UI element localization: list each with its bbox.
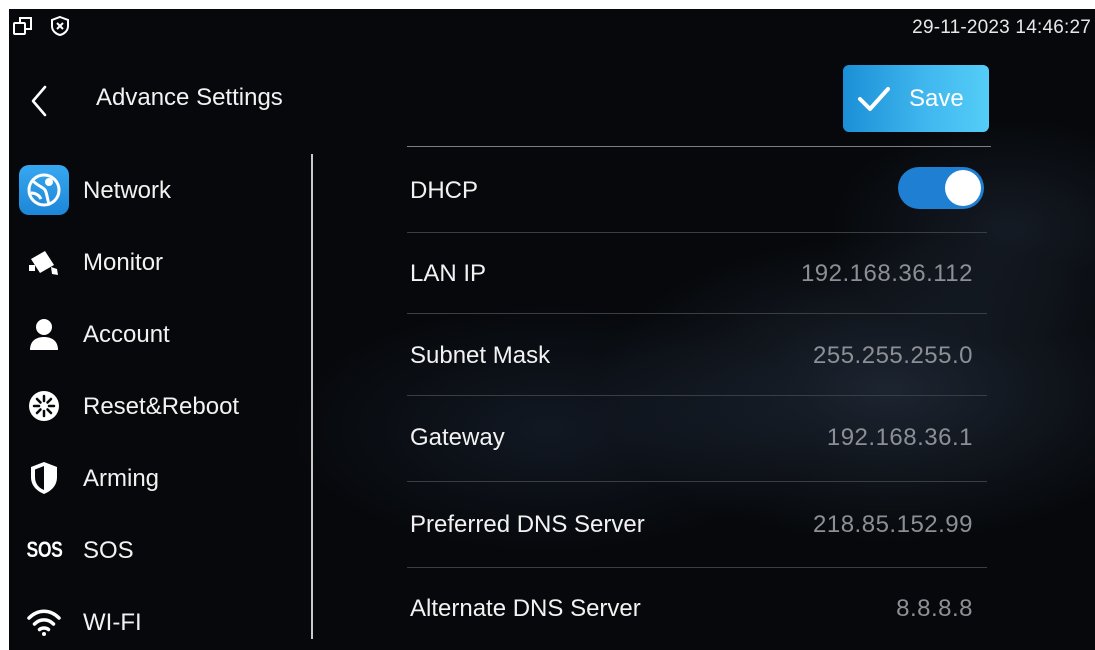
user-icon bbox=[18, 308, 70, 360]
subnet-mask-value: 255.255.255.0 bbox=[813, 342, 973, 369]
sidebar-item-label: Monitor bbox=[83, 249, 164, 276]
page-title: Advance Settings bbox=[96, 84, 283, 111]
preferred-dns-value: 218.85.152.99 bbox=[813, 511, 973, 538]
sidebar-item-sos[interactable]: SOS SOS bbox=[18, 524, 298, 576]
network-icon bbox=[18, 164, 70, 216]
shield-icon bbox=[18, 452, 70, 504]
dhcp-toggle[interactable] bbox=[898, 167, 984, 209]
settings-row-lan-ip[interactable]: LAN IP 192.168.36.112 bbox=[407, 233, 987, 314]
sidebar-item-label: Arming bbox=[83, 465, 160, 492]
dhcp-label: DHCP bbox=[410, 177, 479, 204]
device-screen: 29-11-2023 14:46:27 Advance Settings Sav… bbox=[9, 9, 1095, 650]
sidebar-item-label: Network bbox=[83, 177, 172, 204]
toggle-knob bbox=[945, 170, 981, 206]
wifi-icon bbox=[18, 596, 70, 648]
subnet-mask-label: Subnet Mask bbox=[410, 342, 551, 369]
shield-x-icon bbox=[49, 15, 71, 37]
lan-ip-label: LAN IP bbox=[410, 260, 487, 287]
sidebar-item-label: Account bbox=[83, 321, 170, 348]
lan-ip-value: 192.168.36.112 bbox=[800, 260, 973, 287]
settings-row-preferred-dns[interactable]: Preferred DNS Server 218.85.152.99 bbox=[407, 482, 987, 568]
alternate-dns-value: 8.8.8.8 bbox=[896, 595, 973, 622]
sidebar-item-label: SOS bbox=[83, 537, 134, 564]
save-button-label: Save bbox=[909, 85, 964, 112]
settings-row-subnet-mask[interactable]: Subnet Mask 255.255.255.0 bbox=[407, 313, 987, 396]
alternate-dns-label: Alternate DNS Server bbox=[410, 595, 641, 622]
check-icon bbox=[858, 87, 890, 111]
sidebar-item-label: WI-FI bbox=[83, 609, 142, 636]
sidebar-item-reset-reboot[interactable]: Reset&Reboot bbox=[18, 380, 298, 432]
settings-row-gateway[interactable]: Gateway 192.168.36.1 bbox=[407, 395, 987, 482]
gateway-label: Gateway bbox=[410, 424, 505, 451]
gateway-value: 192.168.36.1 bbox=[826, 424, 973, 451]
save-button[interactable]: Save bbox=[843, 65, 989, 132]
back-button[interactable] bbox=[23, 81, 55, 121]
sidebar-item-arming[interactable]: Arming bbox=[18, 452, 298, 504]
sidebar-divider bbox=[311, 154, 313, 639]
sidebar-item-network[interactable]: Network bbox=[18, 164, 298, 216]
sidebar-item-label: Reset&Reboot bbox=[83, 393, 240, 420]
window-icon bbox=[12, 15, 34, 37]
reset-icon bbox=[18, 380, 70, 432]
status-datetime: 29-11-2023 14:46:27 bbox=[912, 17, 1091, 38]
preferred-dns-label: Preferred DNS Server bbox=[410, 511, 645, 538]
sos-icon: SOS bbox=[26, 537, 62, 562]
settings-row-alternate-dns[interactable]: Alternate DNS Server 8.8.8.8 bbox=[407, 568, 987, 648]
sidebar-item-account[interactable]: Account bbox=[18, 308, 298, 360]
sidebar-item-monitor[interactable]: Monitor bbox=[18, 236, 298, 288]
sidebar-item-wifi[interactable]: WI-FI bbox=[18, 596, 298, 648]
camera-icon bbox=[18, 236, 70, 288]
chevron-left-icon bbox=[31, 85, 47, 117]
